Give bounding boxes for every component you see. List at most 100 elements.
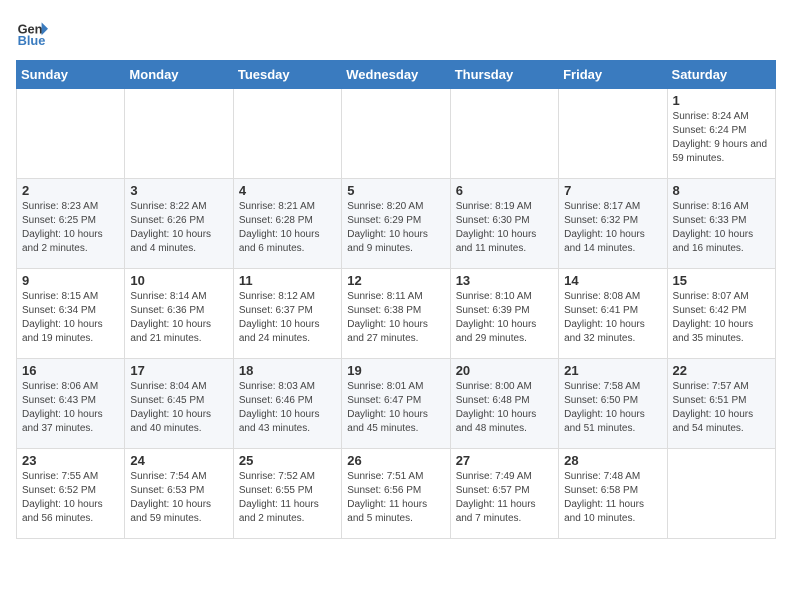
day-cell: 22 Sunrise: 7:57 AM Sunset: 6:51 PM Dayli…: [667, 359, 775, 449]
day-cell: 14Sunrise: 8:08 AM Sunset: 6:41 PM Dayli…: [559, 269, 667, 359]
day-cell: [559, 89, 667, 179]
day-info: Sunrise: 8:15 AM Sunset: 6:34 PM Dayligh…: [22, 290, 119, 346]
day-number: 3: [130, 183, 227, 198]
day-info: Sunrise: 8:06 AM Sunset: 6:43 PM Dayligh…: [22, 380, 119, 436]
day-cell: 19 Sunrise: 8:01 AM Sunset: 6:47 PM Dayli…: [342, 359, 450, 449]
day-number: 21: [564, 363, 661, 378]
day-number: 15: [673, 273, 770, 288]
col-saturday: Saturday: [667, 61, 775, 89]
day-info: Sunrise: 8:19 AM Sunset: 6:30 PM Dayligh…: [456, 200, 553, 256]
day-number: 13: [456, 273, 553, 288]
day-info: Sunrise: 8:22 AM Sunset: 6:26 PM Dayligh…: [130, 200, 227, 256]
col-thursday: Thursday: [450, 61, 558, 89]
day-info: Sunrise: 8:14 AM Sunset: 6:36 PM Dayligh…: [130, 290, 227, 346]
day-info: Sunrise: 7:52 AM Sunset: 6:55 PM Dayligh…: [239, 470, 336, 526]
day-number: 6: [456, 183, 553, 198]
day-number: 28: [564, 453, 661, 468]
day-info: Sunrise: 7:51 AM Sunset: 6:56 PM Dayligh…: [347, 470, 444, 526]
day-number: 9: [22, 273, 119, 288]
col-monday: Monday: [125, 61, 233, 89]
day-number: 27: [456, 453, 553, 468]
day-info: Sunrise: 7:58 AM Sunset: 6:50 PM Dayligh…: [564, 380, 661, 436]
day-number: 5: [347, 183, 444, 198]
day-info: Sunrise: 8:12 AM Sunset: 6:37 PM Dayligh…: [239, 290, 336, 346]
day-info: Sunrise: 8:23 AM Sunset: 6:25 PM Dayligh…: [22, 200, 119, 256]
day-number: 23: [22, 453, 119, 468]
week-row-2: 2 Sunrise: 8:23 AM Sunset: 6:25 PM Daylig…: [17, 179, 776, 269]
day-info: Sunrise: 8:07 AM Sunset: 6:42 PM Dayligh…: [673, 290, 770, 346]
header-row: Sunday Monday Tuesday Wednesday Thursday…: [17, 61, 776, 89]
day-number: 18: [239, 363, 336, 378]
col-tuesday: Tuesday: [233, 61, 341, 89]
day-info: Sunrise: 8:21 AM Sunset: 6:28 PM Dayligh…: [239, 200, 336, 256]
day-cell: 18Sunrise: 8:03 AM Sunset: 6:46 PM Dayli…: [233, 359, 341, 449]
day-number: 4: [239, 183, 336, 198]
day-number: 17: [130, 363, 227, 378]
day-cell: 23 Sunrise: 7:55 AM Sunset: 6:52 PM Dayli…: [17, 449, 125, 539]
day-cell: 16Sunrise: 8:06 AM Sunset: 6:43 PM Dayli…: [17, 359, 125, 449]
day-info: Sunrise: 7:54 AM Sunset: 6:53 PM Dayligh…: [130, 470, 227, 526]
day-number: 1: [673, 93, 770, 108]
day-info: Sunrise: 7:48 AM Sunset: 6:58 PM Dayligh…: [564, 470, 661, 526]
day-cell: 24Sunrise: 7:54 AM Sunset: 6:53 PM Dayli…: [125, 449, 233, 539]
day-cell: [125, 89, 233, 179]
day-cell: 4 Sunrise: 8:21 AM Sunset: 6:28 PM Daylig…: [233, 179, 341, 269]
day-cell: 15 Sunrise: 8:07 AM Sunset: 6:42 PM Dayli…: [667, 269, 775, 359]
week-row-3: 9 Sunrise: 8:15 AM Sunset: 6:34 PM Daylig…: [17, 269, 776, 359]
day-cell: 7Sunrise: 8:17 AM Sunset: 6:32 PM Daylig…: [559, 179, 667, 269]
day-number: 22: [673, 363, 770, 378]
day-cell: 13 Sunrise: 8:10 AM Sunset: 6:39 PM Dayli…: [450, 269, 558, 359]
week-row-4: 16Sunrise: 8:06 AM Sunset: 6:43 PM Dayli…: [17, 359, 776, 449]
day-cell: 21 Sunrise: 7:58 AM Sunset: 6:50 PM Dayli…: [559, 359, 667, 449]
logo: Gen Blue: [16, 16, 52, 48]
calendar-header: Sunday Monday Tuesday Wednesday Thursday…: [17, 61, 776, 89]
day-cell: [17, 89, 125, 179]
col-sunday: Sunday: [17, 61, 125, 89]
day-cell: 17 Sunrise: 8:04 AM Sunset: 6:45 PM Dayli…: [125, 359, 233, 449]
day-info: Sunrise: 8:24 AM Sunset: 6:24 PM Dayligh…: [673, 110, 770, 166]
day-info: Sunrise: 8:00 AM Sunset: 6:48 PM Dayligh…: [456, 380, 553, 436]
day-number: 7: [564, 183, 661, 198]
day-number: 10: [130, 273, 227, 288]
day-number: 11: [239, 273, 336, 288]
day-info: Sunrise: 7:49 AM Sunset: 6:57 PM Dayligh…: [456, 470, 553, 526]
day-cell: 3 Sunrise: 8:22 AM Sunset: 6:26 PM Daylig…: [125, 179, 233, 269]
day-info: Sunrise: 8:16 AM Sunset: 6:33 PM Dayligh…: [673, 200, 770, 256]
day-info: Sunrise: 8:01 AM Sunset: 6:47 PM Dayligh…: [347, 380, 444, 436]
page-header: Gen Blue: [16, 16, 776, 48]
day-cell: 6 Sunrise: 8:19 AM Sunset: 6:30 PM Daylig…: [450, 179, 558, 269]
day-info: Sunrise: 7:57 AM Sunset: 6:51 PM Dayligh…: [673, 380, 770, 436]
day-cell: 25 Sunrise: 7:52 AM Sunset: 6:55 PM Dayli…: [233, 449, 341, 539]
day-cell: 20 Sunrise: 8:00 AM Sunset: 6:48 PM Dayli…: [450, 359, 558, 449]
day-cell: 27 Sunrise: 7:49 AM Sunset: 6:57 PM Dayli…: [450, 449, 558, 539]
col-wednesday: Wednesday: [342, 61, 450, 89]
day-info: Sunrise: 7:55 AM Sunset: 6:52 PM Dayligh…: [22, 470, 119, 526]
day-cell: 5 Sunrise: 8:20 AM Sunset: 6:29 PM Daylig…: [342, 179, 450, 269]
day-cell: [342, 89, 450, 179]
day-info: Sunrise: 8:20 AM Sunset: 6:29 PM Dayligh…: [347, 200, 444, 256]
day-number: 8: [673, 183, 770, 198]
day-cell: [450, 89, 558, 179]
day-info: Sunrise: 8:04 AM Sunset: 6:45 PM Dayligh…: [130, 380, 227, 436]
week-row-1: 1 Sunrise: 8:24 AM Sunset: 6:24 PM Daylig…: [17, 89, 776, 179]
day-number: 20: [456, 363, 553, 378]
day-number: 2: [22, 183, 119, 198]
day-cell: 2 Sunrise: 8:23 AM Sunset: 6:25 PM Daylig…: [17, 179, 125, 269]
day-cell: 1 Sunrise: 8:24 AM Sunset: 6:24 PM Daylig…: [667, 89, 775, 179]
day-number: 26: [347, 453, 444, 468]
week-row-5: 23 Sunrise: 7:55 AM Sunset: 6:52 PM Dayli…: [17, 449, 776, 539]
day-info: Sunrise: 8:10 AM Sunset: 6:39 PM Dayligh…: [456, 290, 553, 346]
day-cell: 10 Sunrise: 8:14 AM Sunset: 6:36 PM Dayli…: [125, 269, 233, 359]
day-cell: [233, 89, 341, 179]
day-cell: 8 Sunrise: 8:16 AM Sunset: 6:33 PM Daylig…: [667, 179, 775, 269]
svg-text:Blue: Blue: [18, 33, 46, 48]
calendar-table: Sunday Monday Tuesday Wednesday Thursday…: [16, 60, 776, 539]
day-number: 19: [347, 363, 444, 378]
day-number: 14: [564, 273, 661, 288]
calendar-body: 1 Sunrise: 8:24 AM Sunset: 6:24 PM Daylig…: [17, 89, 776, 539]
day-number: 12: [347, 273, 444, 288]
day-cell: 26 Sunrise: 7:51 AM Sunset: 6:56 PM Dayli…: [342, 449, 450, 539]
day-cell: 11 Sunrise: 8:12 AM Sunset: 6:37 PM Dayli…: [233, 269, 341, 359]
day-cell: 9 Sunrise: 8:15 AM Sunset: 6:34 PM Daylig…: [17, 269, 125, 359]
day-number: 25: [239, 453, 336, 468]
